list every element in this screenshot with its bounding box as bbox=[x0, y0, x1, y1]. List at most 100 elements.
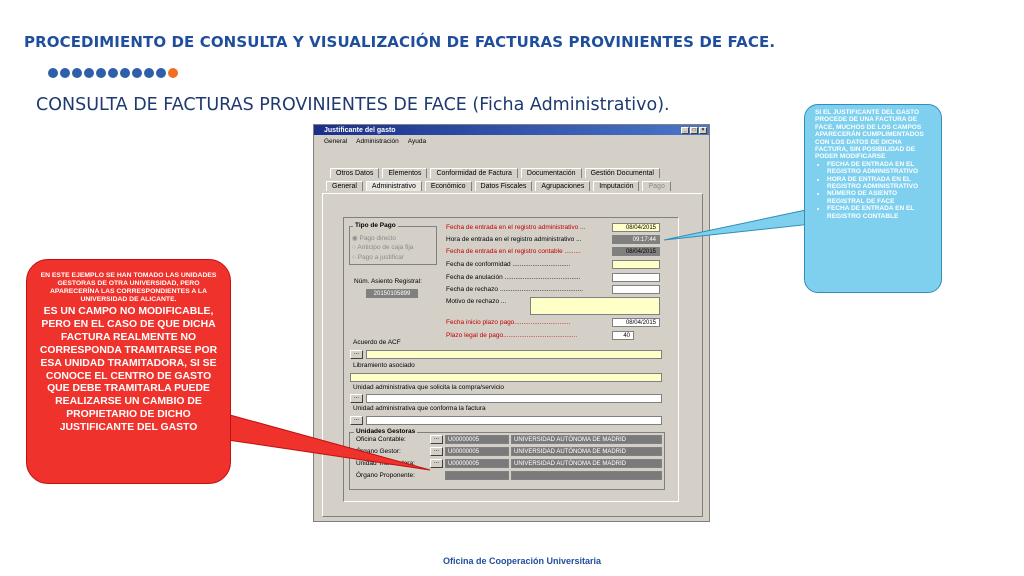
hora-admin-label: Hora de entrada en el registro administr… bbox=[446, 236, 582, 243]
menu-ayuda[interactable]: Ayuda bbox=[408, 138, 426, 145]
tabs-top: Otros Datos Elementos Conformidad de Fac… bbox=[330, 168, 660, 178]
ug-code: U00000005 bbox=[445, 459, 509, 468]
slide-subtitle: CONSULTA DE FACTURAS PROVINIENTES DE FAC… bbox=[36, 95, 670, 115]
maximize-button[interactable]: □ bbox=[690, 126, 698, 134]
left-callout: EN ESTE EJEMPLO SE HAN TOMADO LAS UNIDAD… bbox=[26, 259, 231, 484]
ug-label: Órgano Proponente: bbox=[356, 472, 415, 479]
tab-economico[interactable]: Económico bbox=[424, 181, 472, 191]
form-area: Tipo de Pago ◉ Pago directo ○ Anticipo d… bbox=[343, 217, 679, 502]
tabs-bottom: General Administrativo Económico Datos F… bbox=[326, 181, 671, 191]
window-titlebar[interactable]: Justificante del gasto _ □ × bbox=[314, 125, 709, 135]
dot bbox=[144, 68, 154, 78]
unidad-conforma-label: Unidad administrativa que conforma la fa… bbox=[353, 405, 486, 412]
tab-gestion-documental[interactable]: Gestión Documental bbox=[584, 168, 660, 178]
acuerdo-acf-label: Acuerdo de ACF bbox=[353, 339, 401, 346]
radio-label: Anticipo de caja fija bbox=[357, 244, 414, 251]
ug-label: Oficina Contable: bbox=[356, 436, 406, 443]
radio-label: Pago a justificar bbox=[357, 254, 404, 261]
dot bbox=[108, 68, 118, 78]
dot bbox=[120, 68, 130, 78]
acuerdo-acf-button[interactable]: ... bbox=[350, 350, 363, 359]
entrada-contable-field: 08/04/2015 bbox=[612, 247, 660, 256]
minimize-button[interactable]: _ bbox=[681, 126, 689, 134]
inicio-plazo-label: Fecha inicio plazo pago.................… bbox=[446, 319, 571, 326]
asiento-label: Núm. Asiento Registral: bbox=[354, 278, 422, 285]
tab-elementos[interactable]: Elementos bbox=[382, 168, 428, 178]
unidad-solicita-button[interactable]: ... bbox=[350, 394, 363, 403]
motivo-rechazo-label: Motivo de rechazo ... bbox=[446, 298, 507, 305]
list-item: HORA DE ENTRADA EN EL REGISTRO ADMINISTR… bbox=[827, 176, 931, 191]
motivo-rechazo-field[interactable] bbox=[530, 297, 660, 315]
dot-accent bbox=[168, 68, 178, 78]
libramiento-label: Libramiento asociado bbox=[353, 362, 415, 369]
radio-label: Pago directo bbox=[359, 235, 396, 242]
slide-footer: Oficina de Cooperación Universitaria bbox=[442, 556, 602, 566]
tab-datos-fiscales[interactable]: Datos Fiscales bbox=[474, 181, 533, 191]
decorative-dots bbox=[48, 68, 178, 78]
dot bbox=[48, 68, 58, 78]
entrada-contable-label: Fecha de entrada en el registro contable… bbox=[446, 248, 581, 255]
conformidad-field[interactable] bbox=[612, 260, 660, 269]
unidad-solicita-field[interactable] bbox=[366, 394, 662, 403]
dot bbox=[156, 68, 166, 78]
menu-administracion[interactable]: Administración bbox=[356, 138, 399, 145]
tab-administrativo[interactable]: Administrativo bbox=[365, 181, 422, 191]
slide-title: PROCEDIMIENTO DE CONSULTA Y VISUALIZACIÓ… bbox=[24, 33, 776, 51]
dot bbox=[96, 68, 106, 78]
inicio-plazo-field: 08/04/2015 bbox=[612, 318, 660, 327]
entrada-admin-label: Fecha de entrada en el registro administ… bbox=[446, 224, 586, 231]
unidad-conforma-button[interactable]: ... bbox=[350, 416, 363, 425]
ug-button[interactable]: ... bbox=[430, 459, 443, 468]
list-item: FECHA DE ENTRADA EN EL REGISTRO CONTABLE bbox=[827, 205, 931, 220]
ug-name bbox=[511, 471, 662, 480]
dot bbox=[132, 68, 142, 78]
list-item: NÚMERO DE ASIENTO REGISTRAL DE FACE bbox=[827, 190, 931, 205]
anulacion-label: Fecha de anulación .....................… bbox=[446, 274, 581, 281]
libramiento-field[interactable] bbox=[350, 373, 662, 382]
anulacion-field[interactable] bbox=[612, 273, 660, 282]
entrada-admin-field: 08/04/2015 bbox=[612, 223, 660, 232]
ug-name: UNIVERSIDAD AUTÓNOMA DE MADRID bbox=[511, 447, 662, 456]
acuerdo-acf-field[interactable] bbox=[366, 350, 662, 359]
unidad-conforma-field[interactable] bbox=[366, 416, 662, 425]
conformidad-label: Fecha de conformidad ...................… bbox=[446, 261, 571, 268]
plazo-legal-label: Plazo legal de pago.....................… bbox=[446, 332, 578, 339]
radio-pago-justificar[interactable]: ○ Pago a justificar bbox=[352, 254, 404, 261]
menubar: General Administración Ayuda bbox=[314, 135, 709, 148]
dot bbox=[84, 68, 94, 78]
tab-conformidad-factura[interactable]: Conformidad de Factura bbox=[430, 168, 518, 178]
unidades-gestoras-title: Unidades Gestoras bbox=[354, 428, 418, 435]
ug-button[interactable]: ... bbox=[430, 447, 443, 456]
ug-name: UNIVERSIDAD AUTÓNOMA DE MADRID bbox=[511, 459, 662, 468]
radio-pago-directo[interactable]: ◉ Pago directo bbox=[352, 234, 396, 242]
ug-button[interactable]: ... bbox=[430, 435, 443, 444]
tab-pago[interactable]: Pago bbox=[642, 181, 671, 191]
unidad-solicita-label: Unidad administrativa que solicita la co… bbox=[353, 384, 505, 391]
tipo-pago-title: Tipo de Pago bbox=[353, 222, 398, 229]
ug-code bbox=[445, 471, 509, 480]
plazo-legal-field: 40 bbox=[612, 331, 634, 340]
close-button[interactable]: × bbox=[699, 126, 707, 134]
ug-label: Órgano Gestor: bbox=[356, 448, 401, 455]
dot bbox=[60, 68, 70, 78]
tab-documentacion[interactable]: Documentación bbox=[520, 168, 582, 178]
tab-general[interactable]: General bbox=[326, 181, 363, 191]
right-callout-list: FECHA DE ENTRADA EN EL REGISTRO ADMINIST… bbox=[815, 161, 931, 220]
right-callout-intro: SI EL JUSTIFICANTE DEL GASTO PROCEDE DE … bbox=[815, 109, 924, 161]
radio-anticipo[interactable]: ○ Anticipo de caja fija bbox=[352, 244, 413, 251]
tab-panel: Tipo de Pago ◉ Pago directo ○ Anticipo d… bbox=[322, 193, 703, 517]
right-callout: SI EL JUSTIFICANTE DEL GASTO PROCEDE DE … bbox=[804, 104, 942, 293]
ug-code: U00000005 bbox=[445, 447, 509, 456]
tab-imputacion[interactable]: Imputación bbox=[593, 181, 640, 191]
app-window: Justificante del gasto _ □ × General Adm… bbox=[313, 124, 710, 522]
menu-general[interactable]: General bbox=[324, 138, 347, 145]
hora-admin-field: 09:17:44 bbox=[612, 235, 660, 244]
rechazo-field[interactable] bbox=[612, 285, 660, 294]
window-title: Justificante del gasto bbox=[324, 126, 396, 134]
left-callout-note: EN ESTE EJEMPLO SE HAN TOMADO LAS UNIDAD… bbox=[40, 272, 217, 303]
tab-agrupaciones[interactable]: Agrupaciones bbox=[535, 181, 591, 191]
asiento-field: 20150105899 bbox=[366, 289, 418, 298]
ug-name: UNIVERSIDAD AUTÓNOMA DE MADRID bbox=[511, 435, 662, 444]
ug-code: U00000005 bbox=[445, 435, 509, 444]
tab-otros-datos[interactable]: Otros Datos bbox=[330, 168, 380, 178]
